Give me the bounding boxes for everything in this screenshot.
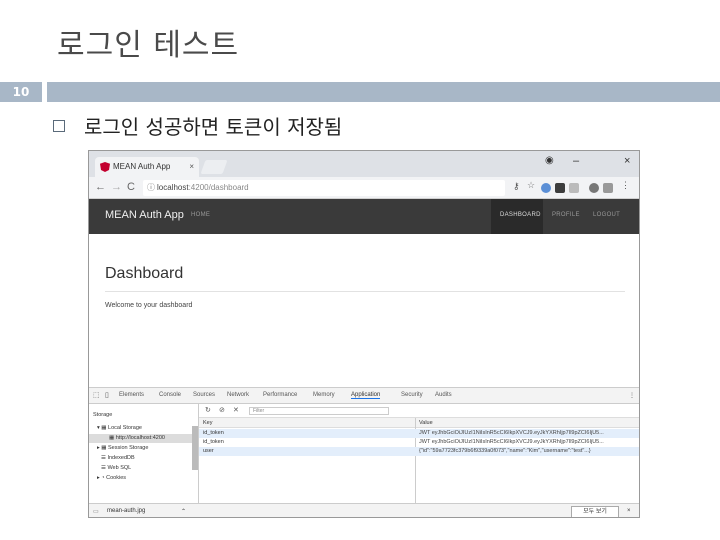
dashboard-title: Dashboard [105, 265, 184, 282]
storage-label: Storage [93, 412, 113, 418]
menu-icon[interactable]: ⋮ [621, 180, 631, 190]
row-value: {"id":"59a7723fc379b6f9339a0f073","name"… [419, 448, 591, 454]
show-all-button[interactable]: 모두 보기 [571, 506, 619, 517]
back-button[interactable]: ← [95, 181, 106, 193]
filter-bar: ↻ ⊘ ✕ Filter [199, 404, 639, 418]
row-key: id_token [203, 430, 224, 436]
tab-title: MEAN Auth App [113, 162, 171, 171]
square-bullet-icon [53, 120, 65, 132]
table-row[interactable]: id_token JWT eyJhbGciOiJIUzI1NiIsInR5cCI… [199, 429, 639, 438]
url-host: localhost [157, 183, 189, 192]
tab-strip: MEAN Auth App × ◉ – × [89, 151, 639, 177]
welcome-text: Welcome to your dashboard [105, 302, 193, 309]
devtools-tabs: ⬚ ▯ Elements Console Sources Network Per… [89, 388, 639, 404]
url-path: :4200/dashboard [188, 183, 249, 192]
key-header: Key [203, 420, 213, 426]
table-header: Key Value [199, 418, 639, 428]
session-storage-item[interactable]: ▸ ▦ Session Storage [97, 445, 148, 451]
slide-title: 로그인 테스트 [57, 28, 240, 63]
tab-application[interactable]: Application [351, 392, 381, 399]
storage-table: Key Value id_token JWT eyJhbGciOiJIUzI1N… [199, 418, 639, 506]
inspect-icon[interactable]: ⬚ [93, 391, 100, 399]
refresh-icon[interactable]: ↻ [205, 406, 211, 414]
app-brand[interactable]: MEAN Auth App [105, 209, 184, 221]
info-icon: ⓘ [147, 183, 155, 192]
address-bar[interactable]: ⓘ localhost:4200/dashboard [143, 180, 505, 196]
nav-profile[interactable]: PROFILE [552, 212, 580, 218]
tab-elements[interactable]: Elements [119, 392, 144, 398]
file-icon: ▭ [93, 509, 99, 515]
nav-home[interactable]: HOME [191, 212, 210, 218]
row-value: JWT eyJhbGciOiJIUzI1NiIsInR5cCI6IkpXVCJ9… [419, 439, 604, 445]
tab-network[interactable]: Network [227, 392, 249, 398]
local-origin-item[interactable]: ▦ http://localhost:4200 [109, 435, 165, 441]
angular-icon [100, 162, 110, 172]
clear-icon[interactable]: ⊘ [219, 406, 225, 414]
row-value: JWT eyJhbGciOiJIUzI1NiIsInR5cCI6IkpXVCJ9… [419, 430, 604, 436]
extension-icon[interactable] [589, 183, 599, 193]
tab-sources[interactable]: Sources [193, 392, 215, 398]
expand-icon: ▾ ▦ [97, 425, 109, 431]
page-number: 10 [0, 82, 42, 102]
expand-icon: ▸ ▦ [97, 445, 109, 451]
device-icon[interactable]: ▯ [105, 391, 109, 399]
local-origin-label: http://localhost:4200 [115, 435, 165, 441]
tab-security[interactable]: Security [401, 392, 423, 398]
session-storage-label: Session Storage [108, 445, 149, 451]
tab-console[interactable]: Console [159, 392, 181, 398]
extension-icon[interactable] [541, 183, 551, 193]
minimize-button[interactable]: – [573, 155, 579, 167]
extension-icon[interactable] [569, 183, 579, 193]
account-icon[interactable]: ◉ [545, 155, 554, 166]
table-row[interactable]: id_token JWT eyJhbGciOiJIUzI1NiIsInR5cCI… [199, 438, 639, 447]
close-window-button[interactable]: × [624, 155, 630, 167]
indexeddb-label: IndexedDB [107, 455, 135, 461]
tab-close-icon[interactable]: × [189, 157, 194, 177]
key-icon[interactable]: ⚷ [513, 181, 523, 191]
storage-sidebar: Storage ▾ ▦ Local Storage ▦ http://local… [89, 404, 199, 504]
divider [105, 291, 625, 292]
browser-toolbar: ← → C ⓘ localhost:4200/dashboard ⚷ ☆ ⋮ [89, 177, 639, 199]
table-row[interactable]: user {"id":"59a7723fc379b6f9339a0f073","… [199, 447, 639, 456]
browser-tab[interactable]: MEAN Auth App × [95, 157, 199, 177]
tab-memory[interactable]: Memory [313, 392, 335, 398]
download-file[interactable]: mean-auth.jpg [107, 508, 145, 514]
cookie-icon: ▸ ◔ [97, 475, 107, 481]
chevron-up-icon[interactable]: ⌃ [181, 508, 186, 515]
grid-icon: ▦ [109, 435, 116, 441]
slide: 로그인 테스트 10 로그인 성공하면 토큰이 저장됨 MEAN Auth Ap… [0, 0, 720, 540]
title-underline-bar [47, 82, 720, 102]
local-storage-item[interactable]: ▾ ▦ Local Storage [97, 425, 142, 431]
local-storage-label: Local Storage [108, 425, 142, 431]
cookies-label: Cookies [106, 475, 127, 481]
filter-input[interactable]: Filter [249, 407, 389, 415]
extension-icon[interactable] [555, 183, 565, 193]
row-key: user [203, 448, 214, 454]
star-icon[interactable]: ☆ [527, 180, 537, 190]
cookies-item[interactable]: ▸ ◔ Cookies [97, 475, 126, 481]
close-download-icon[interactable]: × [627, 508, 631, 514]
app-navbar: MEAN Auth App HOME DASHBOARD PROFILE LOG… [89, 199, 639, 234]
value-header: Value [419, 420, 433, 426]
reload-button[interactable]: C [127, 181, 135, 193]
new-tab-button[interactable] [200, 160, 228, 174]
row-key: id_token [203, 439, 224, 445]
websql-item[interactable]: ☰ Web SQL [101, 465, 131, 471]
tab-performance[interactable]: Performance [263, 392, 297, 398]
tab-audits[interactable]: Audits [435, 392, 452, 398]
nav-dashboard[interactable]: DASHBOARD [500, 212, 541, 218]
nav-logout[interactable]: LOGOUT [593, 212, 620, 218]
download-bar: ▭ mean-auth.jpg ⌃ 모두 보기 × [89, 503, 639, 517]
browser-screenshot: MEAN Auth App × ◉ – × ← → C ⓘ localhost:… [88, 150, 640, 518]
extension-icon[interactable] [603, 183, 613, 193]
indexeddb-item[interactable]: ☰ IndexedDB [101, 455, 135, 461]
websql-label: Web SQL [107, 465, 132, 471]
devtools-panel: ⬚ ▯ Elements Console Sources Network Per… [89, 387, 639, 517]
sidebar-scrollbar[interactable] [192, 426, 198, 470]
bullet-text: 로그인 성공하면 토큰이 저장됨 [84, 115, 343, 139]
devtools-menu-icon[interactable]: ⋮ [629, 392, 635, 399]
forward-button[interactable]: → [111, 181, 122, 193]
delete-icon[interactable]: ✕ [233, 406, 239, 414]
